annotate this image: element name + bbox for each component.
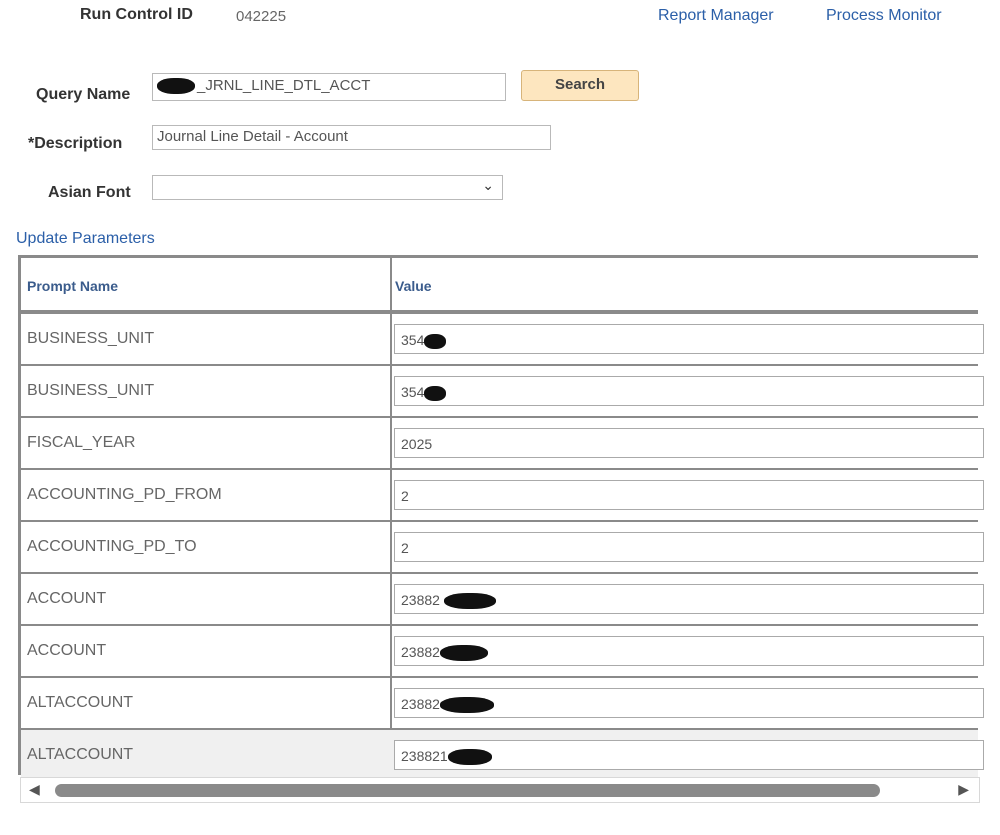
redacted-mark	[439, 697, 494, 714]
redacted-mark	[447, 749, 492, 766]
prompt-name: FISCAL_YEAR	[27, 434, 136, 451]
report-manager-link[interactable]: Report Manager	[658, 7, 774, 25]
table-row: ALTACCOUNT 238821	[21, 730, 984, 782]
prompt-name: BUSINESS_UNIT	[27, 330, 155, 347]
description-label: *Description	[28, 135, 123, 152]
redacted-mark	[443, 593, 496, 610]
value-field[interactable]: 2	[394, 480, 984, 510]
redacted-mark	[424, 385, 447, 401]
asian-font-select[interactable]: ⌄	[152, 175, 503, 200]
table-row: ACCOUNT 23882	[21, 574, 984, 626]
scroll-left-icon[interactable]: ◀	[29, 781, 40, 798]
query-name-value: _JRNL_LINE_DTL_ACCT	[197, 77, 371, 94]
asian-font-label: Asian Font	[48, 184, 131, 201]
value-field[interactable]: 354	[394, 324, 984, 354]
value-text: 23882	[401, 592, 440, 608]
value-text: 2025	[401, 436, 433, 452]
value-field[interactable]: 2025	[394, 428, 984, 458]
value-text: 23882	[401, 644, 440, 660]
horizontal-scrollbar[interactable]: ◀ ▶	[20, 777, 980, 803]
search-button[interactable]: Search	[521, 70, 639, 101]
prompt-name: ACCOUNTING_PD_FROM	[27, 486, 222, 503]
process-monitor-link[interactable]: Process Monitor	[826, 7, 942, 25]
value-text: 2	[401, 540, 409, 556]
value-field[interactable]: 238821	[394, 740, 984, 770]
query-name-field[interactable]: _JRNL_LINE_DTL_ACCT	[152, 73, 506, 101]
redacted-mark	[439, 645, 488, 662]
update-parameters-link[interactable]: Update Parameters	[16, 230, 155, 248]
scroll-right-icon[interactable]: ▶	[958, 781, 969, 798]
run-control-value: 042225	[236, 8, 287, 25]
value-field[interactable]: 23882	[394, 584, 984, 614]
prompt-name: ALTACCOUNT	[27, 746, 134, 763]
redacted-mark	[424, 333, 447, 349]
run-control-label: Run Control ID	[80, 6, 193, 23]
column-header-value[interactable]: Value	[395, 278, 432, 294]
value-text: 238821	[401, 748, 448, 764]
chevron-down-icon: ⌄	[482, 177, 494, 193]
parameters-grid: Prompt Name Value BUSINESS_UNIT 354 BUSI…	[18, 255, 984, 782]
redacted-mark	[157, 78, 195, 95]
description-field[interactable]: Journal Line Detail - Account	[152, 125, 551, 150]
prompt-name: ACCOUNT	[27, 642, 107, 659]
table-row: ALTACCOUNT 23882	[21, 678, 984, 730]
prompt-name: ACCOUNTING_PD_TO	[27, 538, 197, 555]
value-field[interactable]: 23882	[394, 636, 984, 666]
table-row: ACCOUNT 23882	[21, 626, 984, 678]
table-row: BUSINESS_UNIT 354	[21, 314, 984, 366]
value-field[interactable]: 2	[394, 532, 984, 562]
column-header-prompt-name[interactable]: Prompt Name	[27, 278, 118, 294]
value-field[interactable]: 354	[394, 376, 984, 406]
table-row: ACCOUNTING_PD_FROM 2	[21, 470, 984, 522]
value-text: 354	[401, 332, 425, 348]
value-text: 2	[401, 488, 409, 504]
table-row: ACCOUNTING_PD_TO 2	[21, 522, 984, 574]
prompt-name: BUSINESS_UNIT	[27, 382, 155, 399]
scrollbar-thumb[interactable]	[55, 784, 880, 797]
value-field[interactable]: 23882	[394, 688, 984, 718]
table-row: FISCAL_YEAR 2025	[21, 418, 984, 470]
value-text: 354	[401, 384, 425, 400]
prompt-name: ACCOUNT	[27, 590, 107, 607]
query-name-label: Query Name	[36, 86, 131, 103]
grid-header: Prompt Name Value	[21, 258, 978, 314]
table-row: BUSINESS_UNIT 354	[21, 366, 984, 418]
value-text: 23882	[401, 696, 440, 712]
prompt-name: ALTACCOUNT	[27, 694, 134, 711]
